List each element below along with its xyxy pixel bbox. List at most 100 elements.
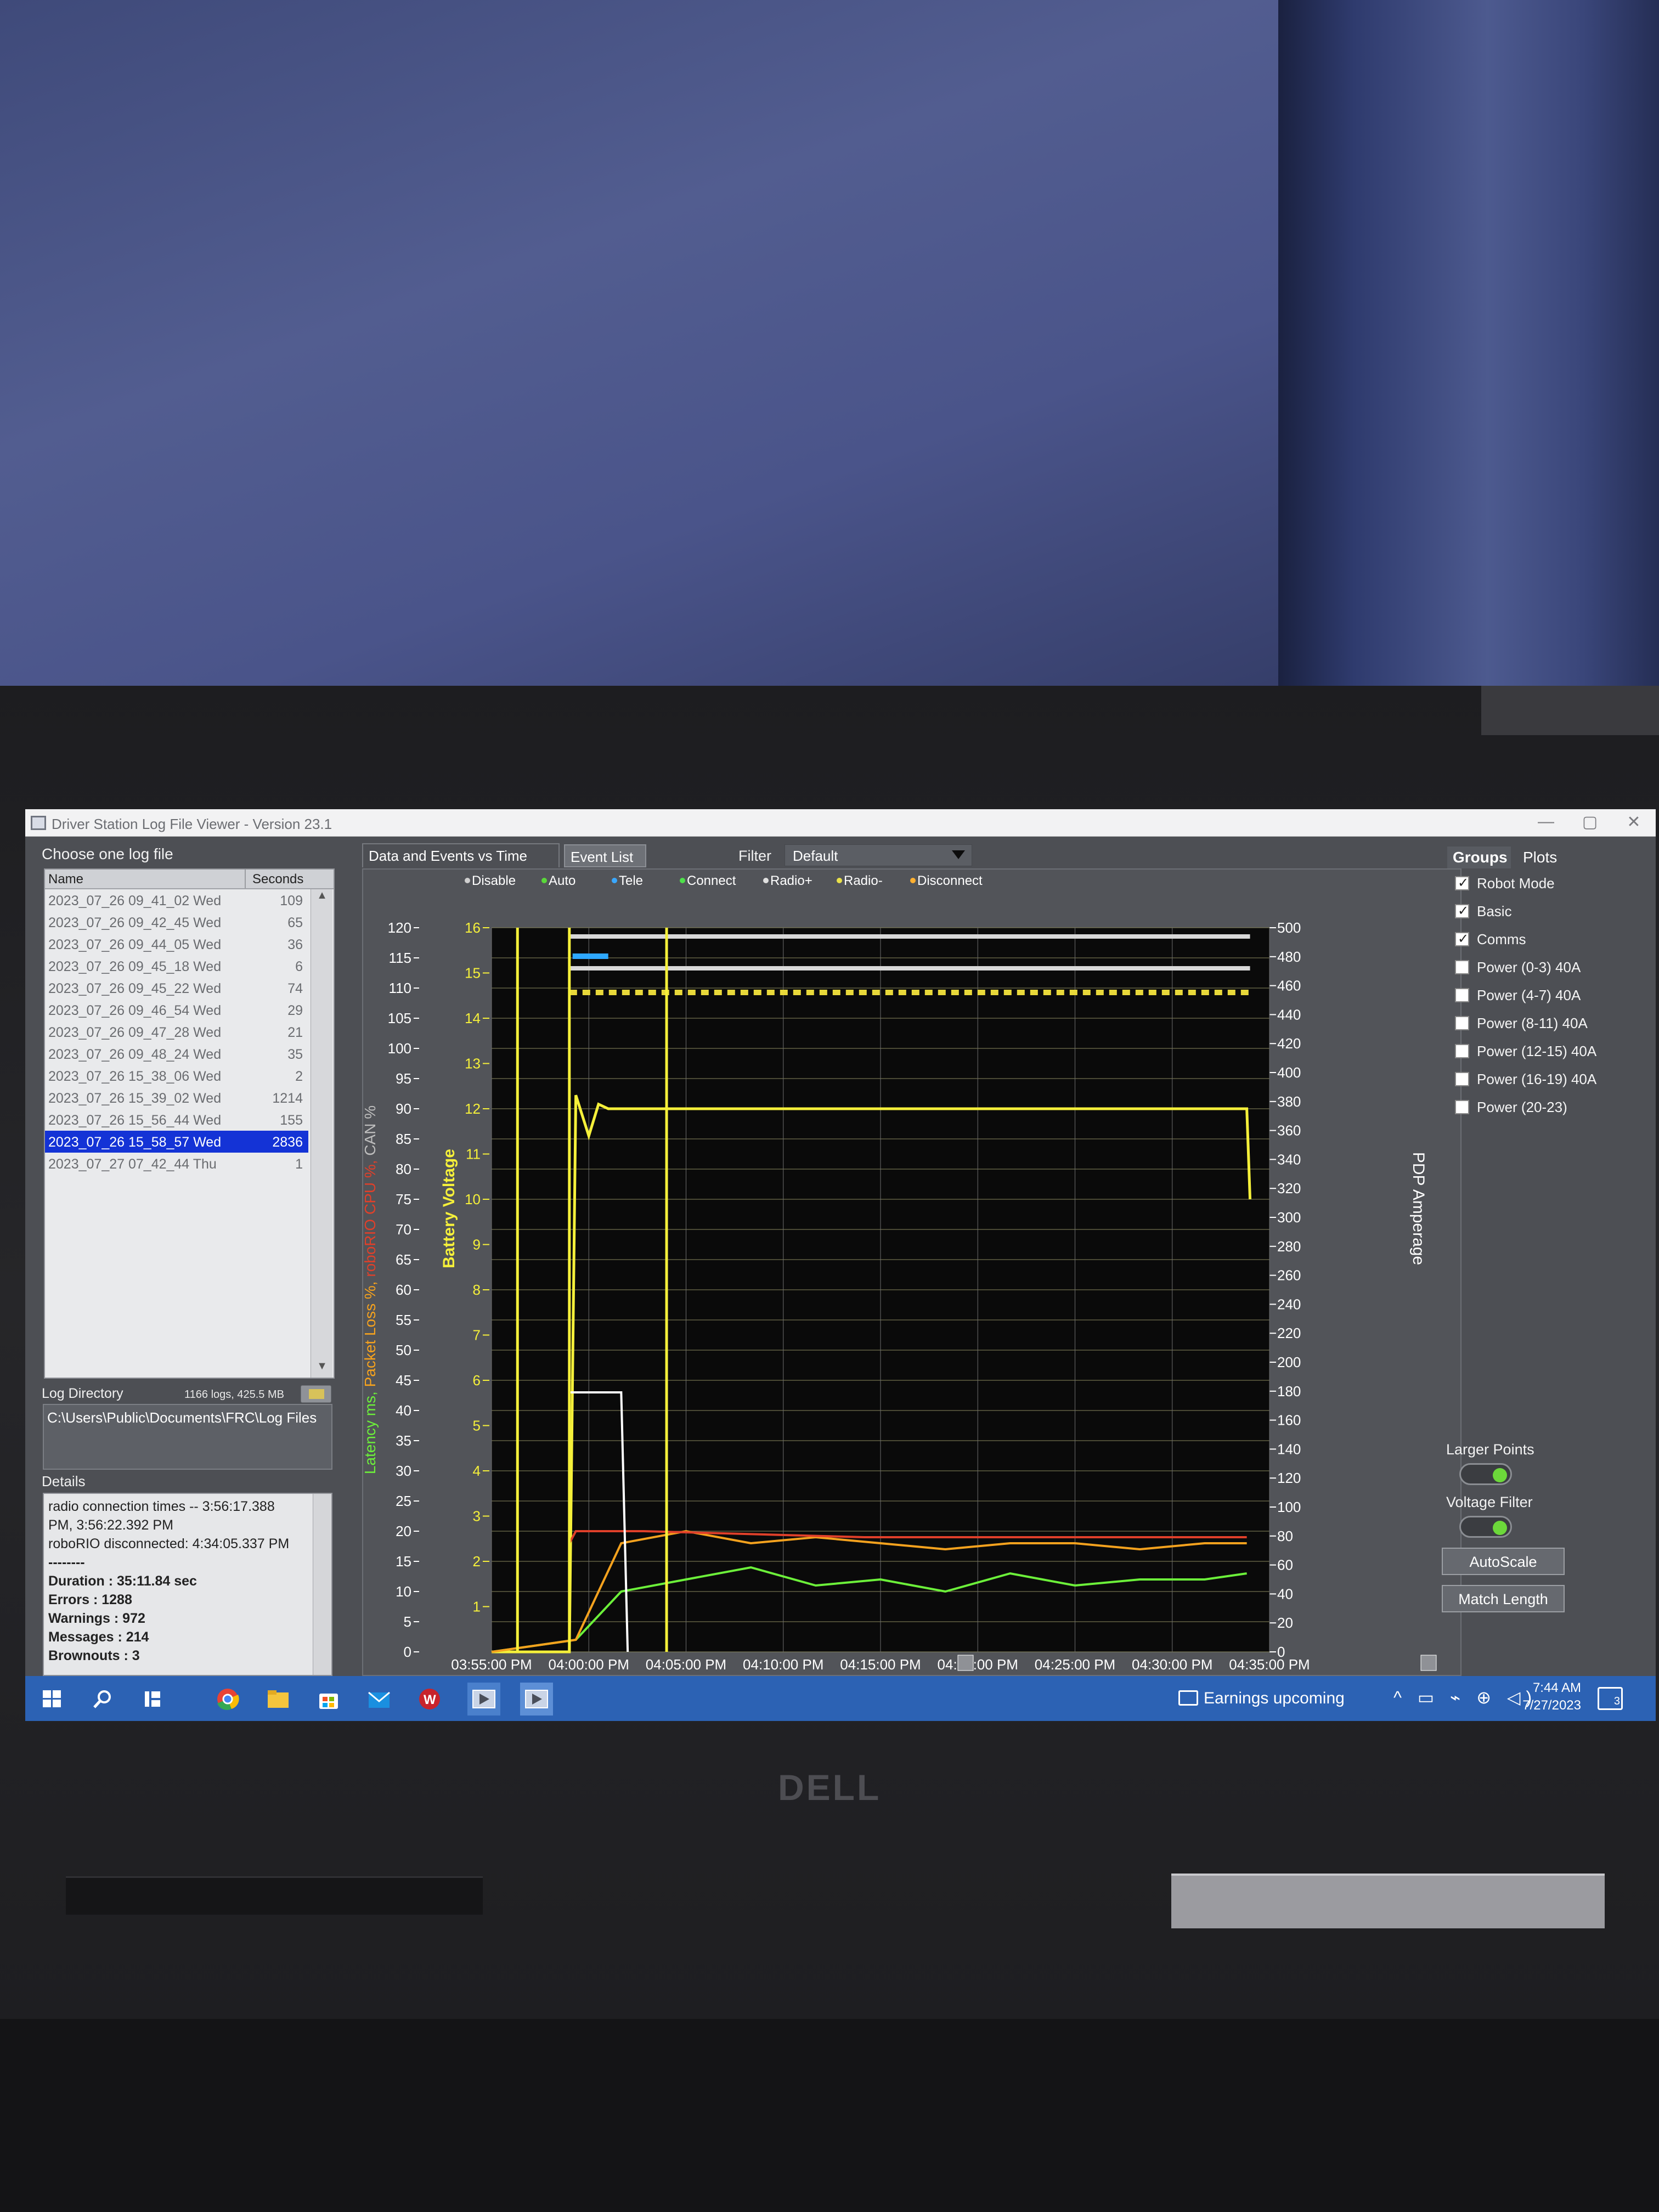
log-table-row[interactable]: 2023_07_26 15_56_44 Wed 155 [45, 1109, 308, 1131]
details-label: Details [42, 1473, 86, 1489]
column-header-name[interactable]: Name [48, 872, 83, 887]
group-checkbox[interactable]: Power (16-19) 40A [1455, 1071, 1636, 1090]
svg-text:W: W [424, 1692, 436, 1707]
y-voltage-tick-label: 4 [473, 1463, 481, 1479]
store-icon[interactable] [316, 1687, 341, 1711]
log-seconds: 1214 [272, 1091, 303, 1106]
group-checkbox[interactable]: Power (12-15) 40A [1455, 1043, 1636, 1062]
group-checkbox[interactable]: Robot Mode [1455, 875, 1636, 894]
log-table-row[interactable]: 2023_07_26 15_39_02 Wed 1214 [45, 1087, 308, 1109]
chrome-icon[interactable] [215, 1687, 240, 1711]
tab-event-list[interactable]: Event List [564, 844, 646, 867]
y-outer-tick-label: 70 [396, 1221, 411, 1238]
wps-icon[interactable]: W [417, 1687, 442, 1711]
checkbox-unchecked-icon[interactable] [1455, 1044, 1469, 1058]
log-table-row[interactable]: 2023_07_26 09_45_22 Wed 74 [45, 977, 308, 999]
log-table-row[interactable]: 2023_07_26 09_41_02 Wed 109 [45, 889, 308, 911]
y-right-tick-label: 20 [1277, 1615, 1293, 1631]
log-table-row[interactable]: 2023_07_26 09_47_28 Wed 21 [45, 1021, 308, 1043]
log-viewer-icon[interactable] [520, 1683, 553, 1716]
checkbox-checked-icon[interactable] [1455, 875, 1469, 891]
checkbox-unchecked-icon[interactable] [1455, 1016, 1469, 1030]
task-view-icon[interactable] [140, 1687, 166, 1711]
folder-icon [309, 1389, 324, 1399]
folder-browse-button[interactable] [301, 1385, 331, 1403]
group-checkbox[interactable]: Comms [1455, 931, 1636, 950]
group-label: Basic [1477, 903, 1512, 919]
group-checkbox[interactable]: Power (8-11) 40A [1455, 1015, 1636, 1034]
mail-icon[interactable] [366, 1687, 392, 1711]
y-outer-tick-label: 50 [396, 1342, 411, 1358]
taskbar-date[interactable]: 7/27/2023 [1521, 1698, 1581, 1713]
log-table-row[interactable]: 2023_07_26 09_45_18 Wed 6 [45, 955, 308, 977]
checkbox-checked-icon[interactable] [1455, 931, 1469, 947]
close-button[interactable]: ✕ [1617, 812, 1650, 833]
voltage-filter-toggle[interactable] [1459, 1516, 1512, 1538]
y-voltage-tick-label: 11 [466, 1146, 481, 1163]
y-right-tick-label: 260 [1277, 1267, 1301, 1284]
log-table-row[interactable]: 2023_07_26 09_48_24 Wed 35 [45, 1043, 308, 1065]
filter-dropdown[interactable]: Default [785, 844, 972, 866]
y-outer-tick-label: 65 [396, 1251, 411, 1268]
log-table-row[interactable]: 2023_07_26 09_46_54 Wed 29 [45, 999, 308, 1021]
log-name: 2023_07_26 09_45_18 Wed [48, 959, 222, 974]
log-seconds: 2 [295, 1069, 303, 1084]
log-table-row[interactable]: 2023_07_26 15_38_06 Wed 2 [45, 1065, 308, 1087]
checkbox-unchecked-icon[interactable] [1455, 1072, 1469, 1086]
log-table-row[interactable]: 2023_07_27 07_42_44 Thu 1 [45, 1153, 308, 1175]
details-separator: -------- [48, 1555, 85, 1570]
y-right-tick-label: 220 [1277, 1325, 1301, 1341]
group-label: Power (8-11) 40A [1477, 1015, 1588, 1031]
log-name: 2023_07_26 09_45_22 Wed [48, 981, 222, 996]
checkbox-unchecked-icon[interactable] [1455, 960, 1469, 974]
larger-points-toggle[interactable] [1459, 1463, 1512, 1485]
details-scrollbar[interactable] [313, 1494, 331, 1675]
log-name: 2023_07_26 15_58_57 Wed [48, 1135, 222, 1150]
notification-icon[interactable]: 3 [1598, 1687, 1623, 1710]
maximize-button[interactable]: ▢ [1573, 812, 1606, 833]
minimize-button[interactable]: — [1530, 812, 1562, 833]
y-outer-axis-label-part: Packet Loss %, [362, 1281, 379, 1391]
x-tick-label: 04:00:00 PM [549, 1656, 629, 1673]
details-panel[interactable]: radio connection times -- 3:56:17.388 PM… [43, 1493, 332, 1676]
autoscale-button[interactable]: AutoScale [1442, 1548, 1565, 1575]
data-events-chart[interactable]: 0510152025303540455055606570758085909510… [362, 868, 1462, 1676]
column-divider[interactable] [245, 870, 246, 888]
x-tick-label: 04:25:00 PM [1035, 1656, 1115, 1673]
log-table-row[interactable]: 2023_07_26 15_58_57 Wed 2836 [45, 1131, 308, 1153]
match-length-button[interactable]: Match Length [1442, 1585, 1565, 1612]
legend-marker [763, 878, 769, 883]
group-checkbox[interactable]: Power (20-23) [1455, 1099, 1636, 1118]
search-icon[interactable] [90, 1687, 115, 1711]
filter-value: Default [793, 848, 838, 864]
driver-station-icon[interactable] [467, 1683, 500, 1716]
checkbox-unchecked-icon[interactable] [1455, 988, 1469, 1002]
column-header-seconds[interactable]: Seconds [252, 872, 303, 887]
window-titlebar[interactable]: Driver Station Log File Viewer - Version… [25, 809, 1656, 837]
group-checkbox[interactable]: Power (0-3) 40A [1455, 959, 1636, 978]
tab-data-and-events[interactable]: Data and Events vs Time [362, 843, 560, 867]
windows-start-icon[interactable] [40, 1687, 65, 1711]
y-outer-tick-label: 85 [396, 1131, 411, 1147]
news-widget[interactable]: Earnings upcoming [1204, 1689, 1345, 1708]
log-list-scrollbar[interactable]: ▲ ▼ [311, 889, 332, 1378]
tape-strip [1481, 686, 1659, 735]
file-explorer-icon[interactable] [266, 1687, 291, 1711]
log-table-row[interactable]: 2023_07_26 09_44_05 Wed 36 [45, 933, 308, 955]
scroll-up-arrow-icon[interactable]: ▲ [311, 889, 333, 907]
group-checkbox[interactable]: Power (4-7) 40A [1455, 987, 1636, 1006]
tab-plots[interactable]: Plots [1517, 847, 1572, 868]
legend-marker [837, 878, 842, 883]
group-checkbox[interactable]: Basic [1455, 903, 1636, 922]
y-voltage-tick-label: 1 [473, 1599, 481, 1615]
tab-groups[interactable]: Groups [1447, 847, 1511, 868]
system-tray-icons[interactable]: ^ ▭ ⌁ ⊕ ◁) [1393, 1687, 1537, 1708]
checkbox-checked-icon[interactable] [1455, 903, 1469, 919]
scroll-down-arrow-icon[interactable]: ▼ [311, 1360, 333, 1378]
news-icon[interactable] [1178, 1690, 1198, 1706]
log-directory-field[interactable]: C:\Users\Public\Documents\FRC\Log Files [43, 1404, 332, 1470]
log-table-row[interactable]: 2023_07_26 09_42_45 Wed 65 [45, 911, 308, 933]
checkbox-unchecked-icon[interactable] [1455, 1100, 1469, 1114]
y-outer-tick-label: 10 [396, 1583, 411, 1600]
taskbar-time[interactable]: 7:44 AM [1521, 1680, 1581, 1696]
